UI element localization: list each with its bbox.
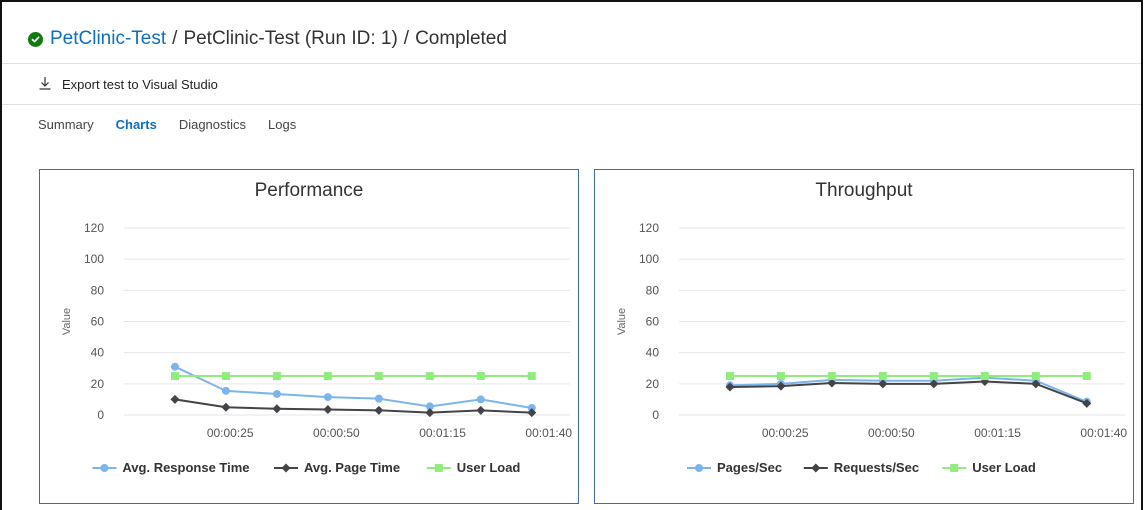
data-point-avg-response-time	[170, 362, 179, 371]
y-tick-label: 20	[646, 377, 660, 391]
breadcrumb-separator: /	[403, 28, 410, 49]
performance-chart-panel: Performance 0 20 40 60 80 100 120 Value 00:00:25 0…	[39, 169, 579, 504]
data-point-user-load	[221, 372, 230, 381]
x-tick-label: 00:01:15	[419, 426, 466, 440]
header-divider	[2, 63, 1141, 64]
check-circle-icon	[28, 31, 43, 47]
x-tick-label: 00:01:15	[974, 426, 1021, 440]
data-point-avg-page-time	[272, 404, 282, 414]
legend-label-avg-response-time: Avg. Response Time	[122, 460, 249, 475]
legend-label-user-load: User Load	[457, 460, 521, 475]
y-tick-label: 40	[646, 346, 660, 360]
data-point-avg-page-time	[425, 408, 435, 418]
export-button-label: Export test to Visual Studio	[62, 77, 218, 92]
data-point-user-load	[827, 372, 836, 381]
x-tick-label: 00:00:50	[868, 426, 915, 440]
y-axis-label: Value	[616, 308, 628, 335]
chart-title: Performance	[255, 180, 364, 201]
y-tick-label: 40	[91, 346, 105, 360]
data-point-user-load	[725, 372, 734, 381]
data-point-avg-response-time	[221, 386, 230, 395]
y-tick-label: 100	[639, 252, 659, 266]
data-point-avg-response-time	[272, 389, 281, 398]
breadcrumb-current-run: PetClinic-Test (Run ID: 1)	[183, 28, 398, 49]
legend-marker-user-load	[434, 464, 443, 472]
toolbar-divider	[2, 104, 1141, 105]
chart-title: Throughput	[815, 180, 913, 201]
y-axis-label: Value	[61, 308, 73, 335]
legend-label-pages-sec: Pages/Sec	[717, 460, 782, 475]
tab-charts[interactable]: Charts	[116, 117, 157, 132]
data-point-user-load	[272, 372, 281, 381]
x-tick-label: 00:01:40	[1080, 426, 1127, 440]
tab-summary[interactable]: Summary	[38, 117, 94, 132]
y-tick-label: 20	[91, 377, 105, 391]
tab-diagnostics[interactable]: Diagnostics	[179, 117, 246, 132]
data-point-user-load	[878, 372, 887, 381]
data-point-user-load	[527, 372, 536, 381]
data-point-user-load	[170, 372, 179, 381]
data-point-avg-page-time	[170, 394, 180, 404]
breadcrumb-link-test[interactable]: PetClinic-Test	[50, 28, 166, 50]
legend-label-user-load: User Load	[972, 460, 1036, 475]
data-point-avg-page-time	[221, 402, 231, 412]
y-tick-label: 0	[97, 408, 104, 422]
data-point-avg-page-time	[374, 405, 384, 415]
throughput-chart: Throughput 0 20 40 60 80 100 120 Value 00:00:25 00…	[616, 180, 1127, 475]
data-point-user-load	[425, 372, 434, 381]
legend-marker-pages-sec	[695, 464, 703, 472]
x-tick-label: 00:00:25	[207, 426, 254, 440]
data-point-avg-response-time	[323, 393, 332, 402]
data-point-user-load	[929, 372, 938, 381]
download-icon	[38, 76, 52, 93]
y-tick-label: 60	[646, 315, 660, 329]
tab-logs[interactable]: Logs	[268, 117, 296, 132]
data-point-user-load	[980, 372, 989, 381]
legend-marker-avg-response-time	[100, 464, 109, 472]
x-tick-label: 00:00:50	[313, 426, 360, 440]
data-point-avg-response-time	[476, 395, 485, 404]
data-point-user-load	[476, 372, 485, 381]
legend-marker-user-load	[950, 464, 959, 472]
data-point-avg-page-time	[323, 405, 333, 415]
legend-marker-requests-sec	[811, 463, 821, 473]
data-point-user-load	[1031, 372, 1040, 381]
x-tick-label: 00:00:25	[762, 426, 809, 440]
data-point-avg-response-time	[374, 394, 383, 403]
data-point-user-load	[323, 372, 332, 381]
throughput-chart-panel: Throughput 0 20 40 60 80 100 120 Value 00:00:25 00…	[594, 169, 1134, 504]
breadcrumb: PetClinic-Test / PetClinic-Test (Run ID:…	[28, 28, 507, 50]
legend-label-avg-page-time: Avg. Page Time	[304, 460, 400, 475]
y-tick-label: 60	[91, 315, 105, 329]
y-tick-label: 120	[84, 221, 104, 235]
legend-marker-avg-page-time	[281, 463, 291, 473]
tab-bar: Summary Charts Diagnostics Logs	[38, 117, 318, 132]
y-tick-label: 80	[91, 283, 105, 297]
legend-label-requests-sec: Requests/Sec	[834, 460, 919, 475]
export-button[interactable]: Export test to Visual Studio	[38, 76, 218, 93]
y-tick-label: 100	[84, 252, 104, 266]
data-point-avg-page-time	[476, 405, 486, 415]
data-point-user-load	[374, 372, 383, 381]
breadcrumb-status: Completed	[415, 28, 507, 49]
breadcrumb-separator: /	[172, 28, 178, 49]
y-tick-label: 120	[639, 221, 659, 235]
y-tick-label: 0	[652, 408, 659, 422]
data-point-user-load	[776, 372, 785, 381]
x-tick-label: 00:01:40	[525, 426, 572, 440]
data-point-user-load	[1082, 372, 1091, 381]
y-tick-label: 80	[646, 283, 660, 297]
performance-chart: Performance 0 20 40 60 80 100 120 Value 00:00:25 0…	[61, 180, 572, 475]
